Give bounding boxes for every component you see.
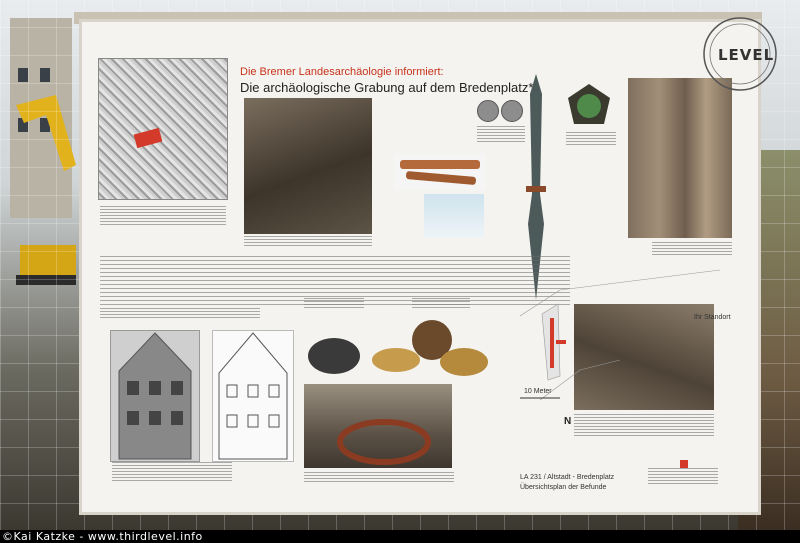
snow-photo [424, 194, 484, 238]
site-plan [519, 269, 721, 468]
body-text-end [100, 308, 260, 318]
historic-city-map [98, 58, 228, 200]
sign-title-line2: Die archäologische Grabung auf dem Brede… [240, 80, 534, 95]
plan-caption-line1: LA 231 / Altstadt - Bredenplatz [520, 474, 615, 481]
ceramics-caption-right [412, 298, 470, 308]
sign-title-line1: Die Bremer Landesarchäologie informiert: [240, 66, 444, 78]
excavation-photo [244, 98, 372, 234]
map-caption [100, 206, 226, 226]
brooch-photo [568, 84, 610, 124]
information-sign: Die Bremer Landesarchäologie informiert:… [82, 22, 758, 512]
ceramics-caption-left [304, 298, 364, 310]
watermark-logo: LEVEL [700, 14, 780, 94]
historic-house-photo [110, 330, 200, 462]
plan-legend [648, 468, 718, 484]
plan-scale-label: 10 Meter [524, 388, 552, 395]
photo-credit: ©Kai Katzke - www.thirdlevel.info [2, 530, 203, 543]
excavator [16, 95, 76, 285]
logo-text: LEVEL [718, 46, 775, 64]
house-caption [112, 462, 232, 482]
brooch-caption [566, 132, 616, 146]
plan-label-standort: Ihr Standort [694, 314, 731, 321]
ceramics-photo [308, 320, 488, 376]
well-caption [304, 472, 454, 482]
excavation-caption [244, 236, 372, 248]
wooden-shoe-photo [394, 154, 486, 190]
coins-caption [477, 126, 525, 144]
statues-photo [628, 78, 732, 238]
compass-north-icon: N [564, 416, 572, 427]
house-drawing [212, 330, 294, 462]
well-photo [304, 384, 452, 468]
coins-photo [477, 100, 525, 124]
plan-caption-line2: Übersichtsplan der Befunde [520, 484, 607, 491]
